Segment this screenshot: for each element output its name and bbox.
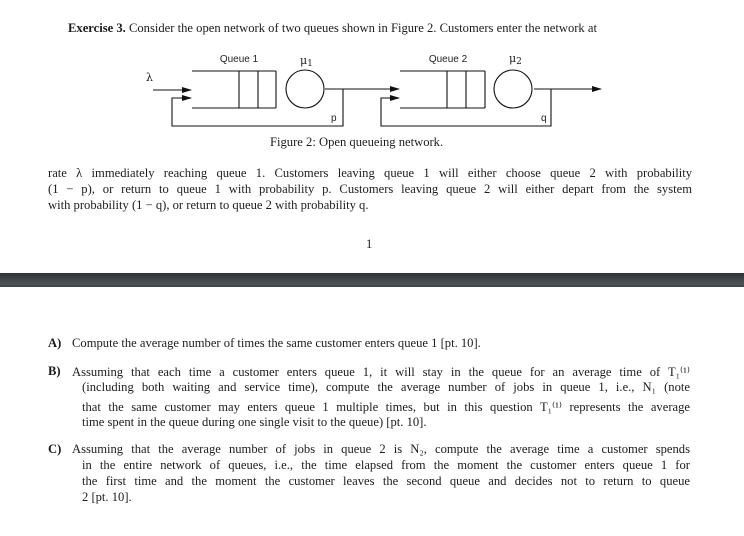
exercise-text-line-2: (1 − p), or return to queue 1 with proba…: [48, 182, 692, 196]
mu2-label: μ2: [509, 52, 522, 67]
queueing-network-figure: Queue 1 Queue 2 μ1 μ2 λ p q: [146, 52, 602, 127]
p-label: p: [331, 113, 337, 124]
queue1-buffer: [192, 70, 277, 109]
queue2-buffer: [400, 70, 486, 109]
queue1-label: Queue 1: [220, 54, 259, 65]
question-b-line-4: time spent in the queue during one singl…: [82, 415, 427, 429]
question-b-line-1: Assuming that each time a customer enter…: [72, 365, 690, 379]
question-c-line-1: Assuming that the average number of jobs…: [72, 442, 690, 456]
exercise-text-line-1: rate λ immediately reaching queue 1. Cus…: [48, 166, 692, 180]
question-c-line-4: 2 [pt. 10].: [82, 490, 132, 504]
server1-circle: [285, 69, 325, 109]
page-number: 1: [366, 237, 373, 251]
lambda-label: λ: [146, 71, 153, 84]
mu1-label: μ1: [300, 54, 313, 69]
page-separator: [0, 273, 744, 287]
question-c-line-3: the first time and the moment the custom…: [82, 474, 690, 488]
exercise-text-line-3: with probability (1 − q), or return to q…: [48, 198, 369, 212]
question-b-line-3: that the same customer may enters queue …: [82, 400, 690, 414]
question-a-line-1: Compute the average number of times the …: [72, 336, 481, 350]
question-c-line-2: in the entire network of queues, i.e., t…: [82, 458, 690, 472]
figure-caption: Figure 2: Open queueing network.: [270, 135, 444, 149]
queue2-label: Queue 2: [429, 54, 468, 65]
question-c-label: C): [48, 442, 62, 456]
question-b-label: B): [48, 364, 61, 378]
q-label: q: [541, 113, 547, 124]
server2-circle: [493, 69, 533, 109]
question-a-label: A): [48, 336, 62, 350]
question-b-line-2: (including both waiting and service time…: [82, 380, 690, 394]
